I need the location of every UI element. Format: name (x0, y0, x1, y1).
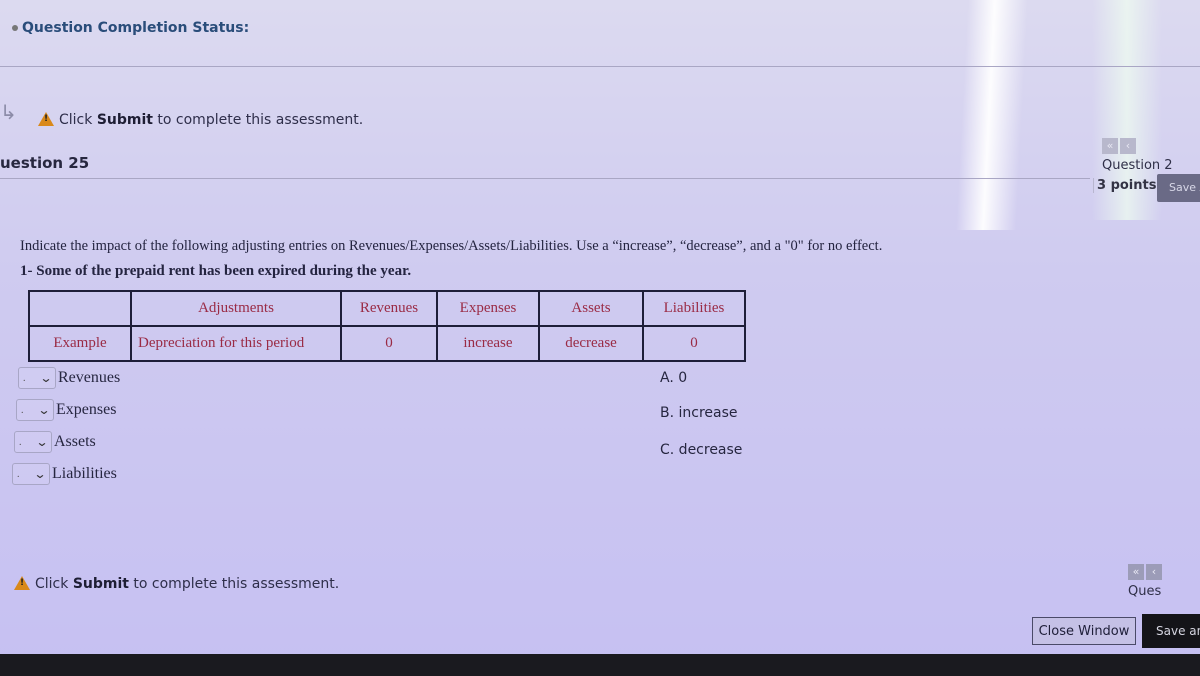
assets-select[interactable]: . ⌄ (14, 431, 52, 453)
table-cell: decrease (538, 325, 644, 362)
table-header-cell: Adjustments (130, 290, 342, 327)
question-nav-label: Ques (1128, 584, 1162, 599)
table-header-cell (28, 290, 132, 327)
sub-question: 1- Some of the prepaid rent has been exp… (20, 263, 412, 279)
monitor-bezel (0, 654, 1200, 676)
question-nav-label: Question 2 (1102, 158, 1173, 173)
submit-notice-top: Click Submit to complete this assessment… (38, 112, 363, 128)
chevron-down-icon: ⌄ (35, 434, 49, 449)
question-prompt: Indicate the impact of the following adj… (20, 238, 883, 254)
table-cell: 0 (642, 325, 746, 362)
save-and-submit-button[interactable]: Save an (1142, 614, 1200, 648)
answer-row-assets: . ⌄ Assets (14, 431, 96, 453)
save-answer-button[interactable]: Save A (1157, 174, 1200, 202)
chevron-down-icon: ⌄ (37, 402, 51, 417)
submit-notice-bottom: Click Submit to complete this assessment… (14, 576, 339, 592)
close-window-button[interactable]: Close Window (1032, 617, 1136, 645)
warning-icon (38, 112, 54, 126)
completion-status-toggle[interactable]: Question Completion Status: (12, 20, 249, 36)
return-arrow-icon: ↳ (0, 100, 17, 124)
answer-option: C. decrease (660, 442, 743, 458)
screen-glare (955, 0, 1029, 230)
table-cell: Depreciation for this period (130, 325, 342, 362)
table-cell: Example (28, 325, 132, 362)
answer-row-revenues: . ⌄ Revenues (18, 367, 120, 389)
example-table: Adjustments Revenues Expenses Assets Lia… (28, 290, 746, 362)
table-header-cell: Assets (538, 290, 644, 327)
question-nav-top: «‹ Question 2 (1102, 134, 1200, 173)
collapse-icon (12, 25, 18, 31)
table-header-row: Adjustments Revenues Expenses Assets Lia… (28, 290, 746, 327)
answer-option: A. 0 (660, 370, 688, 386)
table-cell: 0 (340, 325, 438, 362)
question-points: 3 points (1093, 178, 1156, 193)
table-header-cell: Liabilities (642, 290, 746, 327)
completion-status-label: Question Completion Status: (22, 20, 250, 36)
table-header-cell: Expenses (436, 290, 540, 327)
chevron-left-icon[interactable]: ‹ (1146, 564, 1162, 580)
question-nav-bottom: «‹ Ques (1128, 560, 1200, 599)
table-header-cell: Revenues (340, 290, 438, 327)
table-cell: increase (436, 325, 540, 362)
divider (0, 178, 1090, 179)
revenues-select[interactable]: . ⌄ (18, 367, 56, 389)
answer-label: Expenses (56, 401, 117, 418)
liabilities-select[interactable]: . ⌄ (12, 463, 50, 485)
chevron-down-icon: ⌄ (33, 466, 47, 481)
answer-option: B. increase (660, 405, 738, 421)
double-chevron-left-icon[interactable]: « (1102, 138, 1118, 154)
answer-label: Liabilities (52, 465, 117, 482)
question-title: uestion 25 (0, 154, 90, 172)
expenses-select[interactable]: . ⌄ (16, 399, 54, 421)
answer-row-liabilities: . ⌄ Liabilities (12, 463, 117, 485)
answer-row-expenses: . ⌄ Expenses (16, 399, 116, 421)
double-chevron-left-icon[interactable]: « (1128, 564, 1144, 580)
answer-label: Revenues (58, 369, 121, 386)
table-row: Example Depreciation for this period 0 i… (28, 325, 746, 362)
answer-label: Assets (54, 433, 96, 450)
chevron-left-icon[interactable]: ‹ (1120, 138, 1136, 154)
divider (0, 66, 1200, 67)
warning-icon (14, 576, 30, 590)
chevron-down-icon: ⌄ (39, 370, 53, 385)
